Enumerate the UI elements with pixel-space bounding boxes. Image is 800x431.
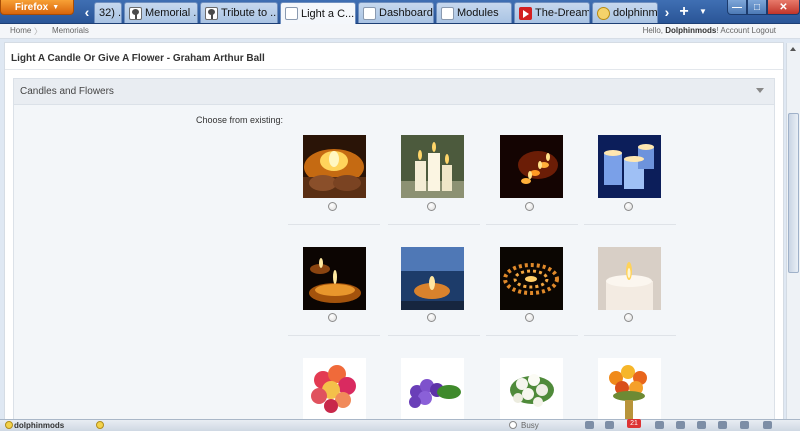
image-choice-radio[interactable] — [328, 313, 337, 322]
window-close-button[interactable]: ✕ — [767, 0, 800, 15]
row-divider — [486, 335, 578, 336]
tab-scroll-right-button[interactable]: › — [660, 3, 674, 22]
row-divider — [288, 335, 380, 336]
browser-tab-active[interactable]: Light a C... ✕ — [280, 2, 356, 24]
page-icon — [363, 6, 376, 20]
browser-tab[interactable]: dolphinmo... — [592, 2, 658, 23]
row-divider — [288, 224, 380, 225]
dolphin-icon — [597, 6, 610, 20]
mail-icon[interactable] — [585, 421, 594, 429]
breadcrumb-memorials-link[interactable]: Memorials — [52, 26, 89, 35]
globe-icon[interactable] — [763, 421, 772, 429]
small-candles-dark-image[interactable] — [500, 135, 563, 198]
statusbar-status[interactable]: Busy — [521, 421, 539, 430]
tab-title: Light a C... — [301, 7, 355, 20]
white-bouquet-image[interactable] — [500, 358, 563, 419]
chat-icon[interactable] — [697, 421, 706, 429]
username-link[interactable]: Dolphinmods — [665, 26, 716, 35]
tab-title: dolphinmo... — [613, 7, 658, 19]
smiley-icon[interactable] — [96, 421, 104, 429]
image-choice-radio[interactable] — [328, 202, 337, 211]
row-divider — [584, 335, 676, 336]
firefox-menu-label: Firefox — [14, 1, 49, 13]
browser-tab[interactable]: Modules — [436, 2, 512, 23]
new-tab-button[interactable]: + — [676, 3, 692, 21]
image-choice-radio[interactable] — [525, 313, 534, 322]
youtube-icon — [519, 6, 532, 20]
status-indicator-icon — [509, 421, 517, 429]
choose-existing-label: Choose from existing: — [196, 115, 284, 125]
site-top-strip: Home 〉 Memorials Hello, Dolphinmods! Acc… — [0, 24, 800, 39]
notification-badge[interactable]: 21 — [627, 419, 641, 428]
browser-tab[interactable]: Memorial ... — [124, 2, 198, 23]
single-white-candle-image[interactable] — [598, 247, 661, 310]
image-choice-radio[interactable] — [427, 202, 436, 211]
row-divider — [584, 224, 676, 225]
tab-title: Modules — [457, 7, 499, 19]
online-status-icon — [5, 421, 13, 429]
friend-icon[interactable] — [655, 421, 664, 429]
tab-title: 32) ... — [99, 7, 122, 19]
folder-icon[interactable] — [740, 421, 749, 429]
greeting-text: Hello, — [642, 26, 666, 35]
image-choice-radio[interactable] — [624, 202, 633, 211]
blue-candles-image[interactable] — [598, 135, 661, 198]
image-choice-radio[interactable] — [624, 313, 633, 322]
tab-title: The-Dream ... — [535, 7, 590, 19]
browser-tab[interactable]: Dashboard — [358, 2, 434, 23]
settings-icon[interactable] — [718, 421, 727, 429]
image-choice-radio[interactable] — [427, 313, 436, 322]
minimize-button[interactable]: — — [727, 0, 747, 15]
page-title: Light A Candle Or Give A Flower - Graham… — [11, 53, 265, 64]
person-icon[interactable] — [676, 421, 685, 429]
browser-tab[interactable]: 32) ... — [94, 2, 122, 23]
two-candles-dark-image[interactable] — [303, 247, 366, 310]
browser-tab[interactable]: Tribute to ... — [200, 2, 278, 23]
tab-title: Memorial ... — [145, 7, 198, 19]
rose-bouquet-image[interactable] — [303, 358, 366, 419]
statusbar-username[interactable]: dolphinmods — [14, 421, 64, 430]
list-all-tabs-button[interactable]: ▼ — [697, 3, 709, 21]
scroll-up-arrow-icon[interactable] — [786, 43, 800, 55]
breadcrumb-separator: 〉 — [34, 27, 42, 36]
dropdown-arrow-icon: ▼ — [52, 3, 60, 11]
account-bar: Hello, Dolphinmods! Account Logout — [643, 26, 776, 35]
panel-title: Candles and Flowers — [20, 86, 114, 97]
candle-in-hands-image[interactable] — [303, 135, 366, 198]
violets-image[interactable] — [401, 358, 464, 419]
panel-header[interactable] — [13, 78, 775, 105]
collapse-arrow-icon[interactable] — [756, 88, 764, 93]
image-choice-radio[interactable] — [525, 202, 534, 211]
tab-scroll-left-button[interactable]: ‹ — [80, 3, 94, 22]
browser-tab[interactable]: The-Dream ... — [514, 2, 590, 23]
tab-title: Dashboard — [379, 7, 433, 19]
tree-icon — [205, 6, 218, 20]
scrollbar-thumb[interactable] — [788, 113, 799, 273]
notes-icon[interactable] — [605, 421, 614, 429]
tree-icon — [129, 6, 142, 20]
row-divider — [388, 335, 480, 336]
firefox-menu-button[interactable]: Firefox ▼ — [0, 0, 74, 15]
three-white-candles-image[interactable] — [401, 135, 464, 198]
maximize-button[interactable]: □ — [747, 0, 767, 15]
row-divider — [486, 224, 578, 225]
candle-spiral-image[interactable] — [500, 247, 563, 310]
page-icon — [441, 6, 454, 20]
row-divider — [388, 224, 480, 225]
page-icon — [285, 7, 298, 20]
tab-title: Tribute to ... — [221, 7, 278, 19]
account-links[interactable]: Account Logout — [720, 26, 776, 35]
candle-by-sea-image[interactable] — [401, 247, 464, 310]
orange-bouquet-image[interactable] — [598, 358, 661, 419]
browser-tab-bar: Firefox ▼ ‹ 32) ... Memorial ... Tribute… — [0, 0, 800, 24]
title-divider — [5, 69, 783, 70]
breadcrumb-home-link[interactable]: Home — [10, 26, 31, 35]
